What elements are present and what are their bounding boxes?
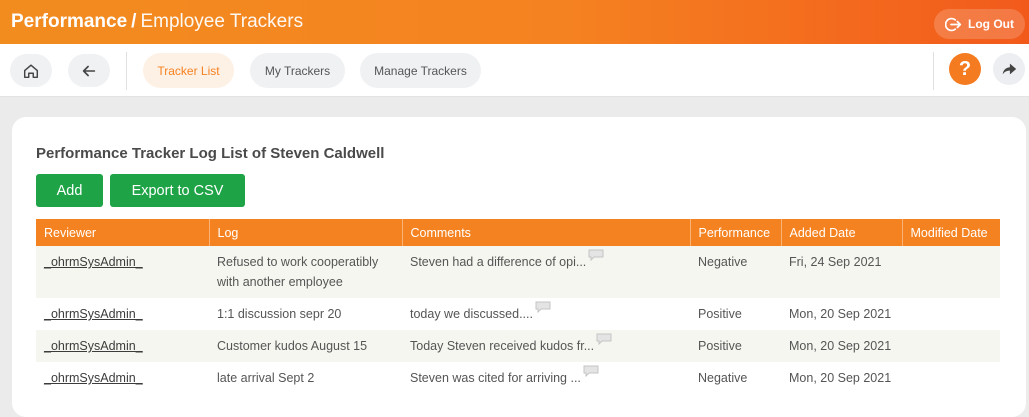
comment-text: Steven was cited for arriving ... (410, 371, 581, 385)
reviewer-link[interactable]: _ohrmSysAdmin_ (44, 339, 143, 353)
page-subtitle: Employee Trackers (140, 11, 304, 32)
table-header-row: Reviewer Log Comments Performance Added … (36, 219, 1000, 246)
back-button[interactable] (68, 54, 110, 87)
added-date-cell: Mon, 20 Sep 2021 (781, 330, 902, 362)
comment-icon[interactable] (583, 365, 599, 377)
comment-text: Steven had a difference of opi... (410, 255, 587, 269)
help-icon: ? (958, 57, 972, 80)
tab-tracker-list[interactable]: Tracker List (143, 53, 234, 88)
reviewer-link[interactable]: _ohrmSysAdmin_ (44, 371, 143, 385)
help-button[interactable]: ? (949, 53, 981, 85)
title-separator: / (131, 11, 137, 32)
column-header-modified-date[interactable]: Modified Date (902, 219, 1000, 246)
modified-date-cell (902, 246, 1000, 298)
column-header-log[interactable]: Log (209, 219, 403, 246)
performance-cell: Negative (690, 246, 781, 298)
reviewer-link[interactable]: _ohrmSysAdmin_ (44, 255, 143, 269)
logout-icon (945, 17, 962, 31)
added-date-cell: Fri, 24 Sep 2021 (781, 246, 902, 298)
reviewer-cell: _ohrmSysAdmin_ (36, 246, 209, 298)
nav-divider (126, 52, 127, 90)
column-header-added-date[interactable]: Added Date (781, 219, 903, 246)
module-title: Performance (11, 11, 128, 32)
log-cell: Refused to work cooperatibly with anothe… (209, 246, 402, 298)
table-row[interactable]: _ohrmSysAdmin_ Refused to work cooperati… (36, 246, 1000, 298)
page-title: Performance / Employee Trackers (0, 11, 303, 33)
reviewer-cell: _ohrmSysAdmin_ (36, 362, 209, 394)
comment-text: today we discussed.... (410, 307, 533, 321)
performance-cell: Negative (690, 362, 781, 394)
column-header-comments[interactable]: Comments (402, 219, 691, 246)
added-date-cell: Mon, 20 Sep 2021 (781, 362, 902, 394)
modified-date-cell (902, 298, 1000, 330)
column-header-performance[interactable]: Performance (690, 219, 782, 246)
comments-cell: Steven was cited for arriving ... (402, 362, 690, 394)
comment-icon[interactable] (535, 301, 551, 313)
table-row[interactable]: _ohrmSysAdmin_ Customer kudos August 15 … (36, 330, 1000, 362)
back-arrow-icon (82, 65, 96, 76)
home-button[interactable] (10, 54, 52, 87)
column-header-reviewer[interactable]: Reviewer (36, 219, 210, 246)
nav-bar: Tracker List My Trackers Manage Trackers (0, 44, 1029, 97)
reviewer-cell: _ohrmSysAdmin_ (36, 298, 209, 330)
performance-cell: Positive (690, 330, 781, 362)
modified-date-cell (902, 362, 1000, 394)
comment-icon[interactable] (588, 249, 604, 261)
card-title: Performance Tracker Log List of Steven C… (36, 145, 385, 162)
home-icon (23, 63, 39, 78)
reviewer-link[interactable]: _ohrmSysAdmin_ (44, 307, 143, 321)
log-cell: Customer kudos August 15 (209, 330, 402, 362)
comment-text: Today Steven received kudos fr... (410, 339, 595, 353)
added-date-cell: Mon, 20 Sep 2021 (781, 298, 902, 330)
top-bar: Performance / Employee Trackers Log Out (0, 0, 1029, 44)
logout-button[interactable]: Log Out (934, 9, 1025, 39)
comments-cell: Steven had a difference of opi... (402, 246, 690, 298)
log-cell: 1:1 discussion sepr 20 (209, 298, 402, 330)
nav-divider-right (933, 52, 934, 90)
tab-manage-trackers[interactable]: Manage Trackers (360, 53, 481, 88)
tab-my-trackers[interactable]: My Trackers (250, 53, 345, 88)
comments-cell: Today Steven received kudos fr... (402, 330, 690, 362)
logout-label: Log Out (968, 17, 1014, 31)
export-csv-button[interactable]: Export to CSV (110, 174, 245, 207)
table-row[interactable]: _ohrmSysAdmin_ 1:1 discussion sepr 20 to… (36, 298, 1000, 330)
tracker-log-table: Reviewer Log Comments Performance Added … (36, 219, 1000, 394)
reviewer-cell: _ohrmSysAdmin_ (36, 330, 209, 362)
share-button[interactable] (993, 53, 1025, 85)
comments-cell: today we discussed.... (402, 298, 690, 330)
modified-date-cell (902, 330, 1000, 362)
tracker-log-card: Performance Tracker Log List of Steven C… (12, 117, 1026, 417)
share-icon (1002, 63, 1017, 75)
log-cell: late arrival Sept 2 (209, 362, 402, 394)
add-button[interactable]: Add (36, 174, 103, 207)
comment-icon[interactable] (596, 333, 612, 345)
table-row[interactable]: _ohrmSysAdmin_ late arrival Sept 2 Steve… (36, 362, 1000, 394)
performance-cell: Positive (690, 298, 781, 330)
